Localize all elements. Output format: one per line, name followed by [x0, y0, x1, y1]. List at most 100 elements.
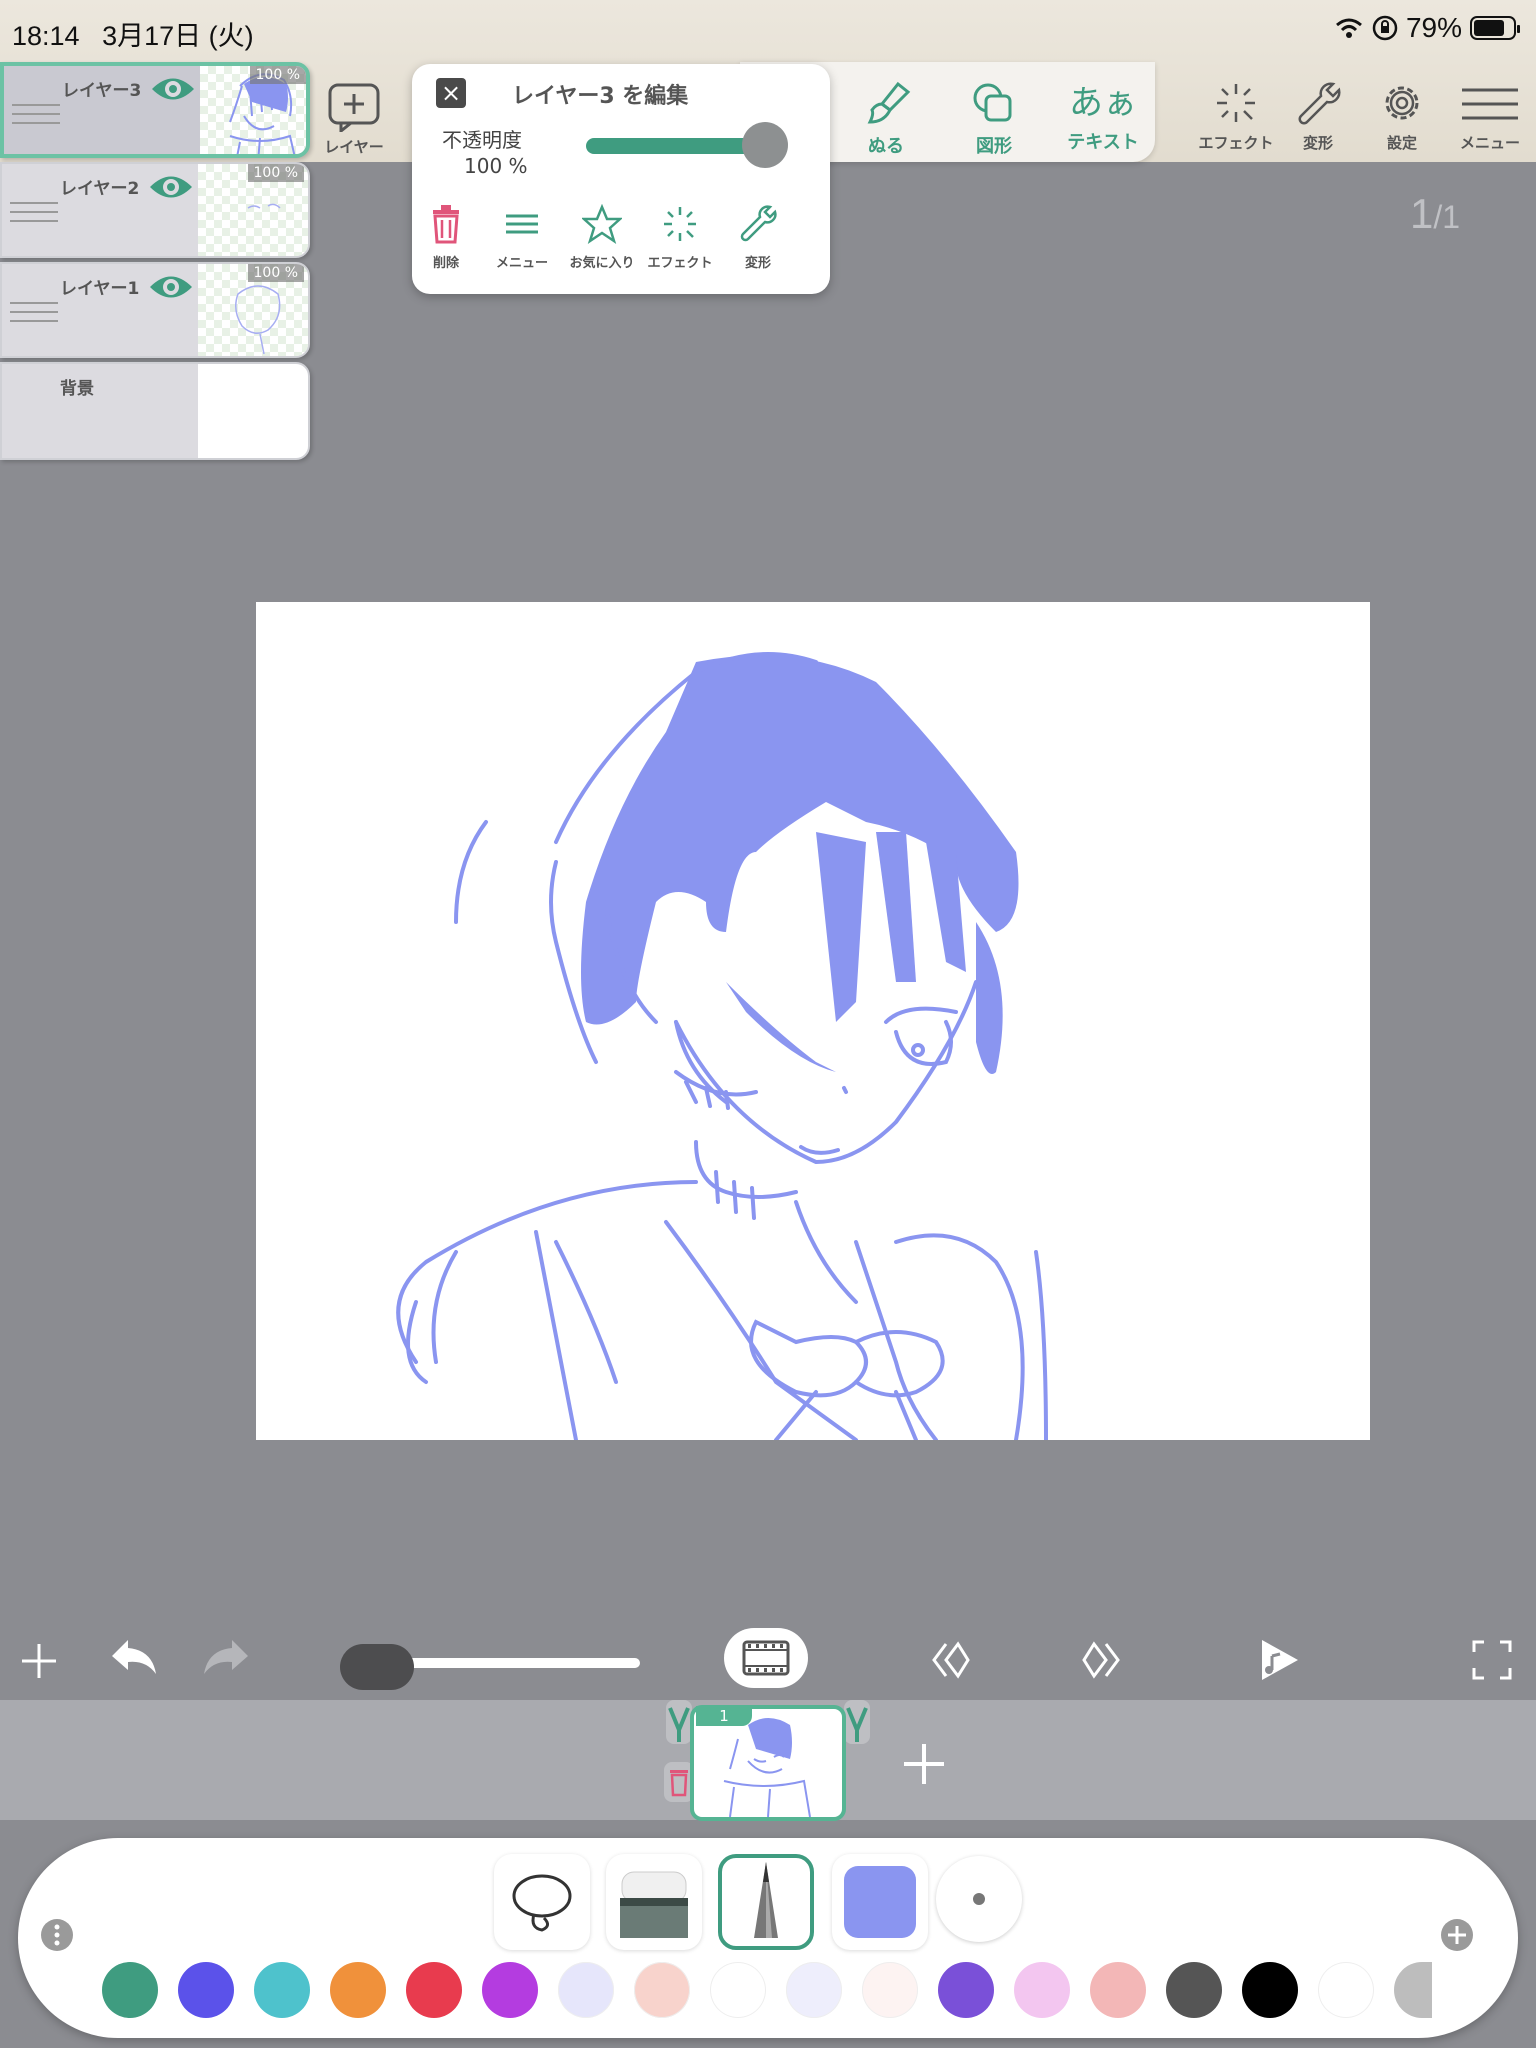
- layer-opacity: 100 %: [247, 164, 304, 182]
- settings-label: 設定: [1386, 134, 1417, 152]
- add-layer-button[interactable]: レイヤー: [322, 82, 386, 157]
- effect-label: エフェクト: [1198, 134, 1274, 152]
- text-label: テキスト: [1067, 132, 1139, 153]
- shape-icon: [973, 83, 1012, 122]
- popup-title: レイヤー3 を編集: [512, 84, 689, 109]
- eraser-tool[interactable]: [606, 1854, 702, 1950]
- add-frame-icon[interactable]: [900, 1740, 948, 1788]
- favorite-button[interactable]: お気に入り: [562, 203, 642, 271]
- effect-tool[interactable]: エフェクト: [1196, 80, 1276, 153]
- pen-tool[interactable]: [718, 1854, 814, 1950]
- fullscreen-icon[interactable]: [1470, 1638, 1514, 1682]
- effect-button[interactable]: エフェクト: [640, 204, 720, 271]
- color-swatch[interactable]: [1318, 1962, 1374, 2018]
- layer-item-3[interactable]: レイヤー3 100 %: [0, 62, 310, 158]
- brush-size-button[interactable]: [936, 1856, 1022, 1942]
- status-indicators: 79%: [1334, 12, 1520, 44]
- slider-knob[interactable]: [340, 1644, 414, 1690]
- current-color-swatch: [844, 1866, 916, 1938]
- color-swatch[interactable]: [1166, 1962, 1222, 2018]
- sparkle-icon: [664, 207, 696, 241]
- page-total: 1: [1442, 199, 1461, 235]
- color-swatch[interactable]: [938, 1962, 994, 2018]
- eye-icon[interactable]: [150, 74, 196, 104]
- color-swatch[interactable]: [862, 1962, 918, 2018]
- wrench-icon: [1298, 82, 1341, 125]
- next-frame-icon[interactable]: [1078, 1638, 1124, 1682]
- more-icon[interactable]: [40, 1918, 74, 1952]
- slider-knob[interactable]: [742, 122, 788, 168]
- layer-item-2[interactable]: レイヤー2 100 %: [0, 162, 310, 258]
- settings-tool[interactable]: 設定: [1362, 80, 1442, 153]
- color-swatch[interactable]: [482, 1962, 538, 2018]
- layer-thumbnail: 100 %: [198, 164, 308, 256]
- current-color-button[interactable]: [832, 1854, 928, 1950]
- color-swatch[interactable]: [710, 1962, 766, 2018]
- redo-icon[interactable]: [200, 1636, 252, 1680]
- timeline-controls: [0, 1620, 1536, 1700]
- transform-tool[interactable]: 変形: [1278, 80, 1358, 153]
- color-swatch[interactable]: [1242, 1962, 1298, 2018]
- opacity-slider[interactable]: [586, 122, 788, 168]
- rotation-lock-icon: [1372, 15, 1398, 41]
- text-icon: あぁ: [1069, 83, 1137, 123]
- color-swatch[interactable]: [178, 1962, 234, 2018]
- frame-slider[interactable]: [340, 1644, 640, 1690]
- layer-item-1[interactable]: レイヤー1 100 %: [0, 262, 310, 358]
- layer-thumbnail: 100 %: [198, 264, 308, 356]
- opacity-value: 100 %: [464, 154, 528, 178]
- prev-frame-icon[interactable]: [928, 1638, 974, 1682]
- fill-tool[interactable]: ぬる: [846, 80, 926, 158]
- wrench-icon: [740, 205, 777, 242]
- menu-button[interactable]: メニュー: [482, 204, 562, 271]
- color-swatch[interactable]: [558, 1962, 614, 2018]
- color-swatch[interactable]: [1394, 1962, 1432, 2018]
- battery-icon: [1470, 16, 1520, 40]
- frame-number: 1: [696, 1706, 752, 1726]
- layer-item-background[interactable]: 背景: [0, 362, 310, 460]
- tool-palette: [18, 1838, 1518, 2038]
- layer-name: 背景: [60, 379, 94, 399]
- color-swatch[interactable]: [786, 1962, 842, 2018]
- color-swatch[interactable]: [1014, 1962, 1070, 2018]
- color-swatch[interactable]: [330, 1962, 386, 2018]
- film-button[interactable]: [724, 1628, 808, 1688]
- delete-button[interactable]: 削除: [406, 204, 486, 271]
- drawing-canvas[interactable]: [256, 602, 1370, 1440]
- play-icon[interactable]: [1256, 1636, 1302, 1684]
- battery-percent: 79%: [1405, 12, 1462, 43]
- color-swatch[interactable]: [634, 1962, 690, 2018]
- layer-opacity: 100 %: [249, 66, 306, 84]
- status-time: 18:14 3月17日 (火): [12, 14, 254, 53]
- layer-label: レイヤー: [324, 138, 384, 156]
- drag-handle[interactable]: [10, 302, 58, 324]
- transform-button[interactable]: 変形: [718, 204, 798, 271]
- lasso-tool[interactable]: [494, 1854, 590, 1950]
- eye-icon[interactable]: [148, 172, 194, 202]
- transform-label: 変形: [1302, 134, 1333, 152]
- shape-tool[interactable]: 図形: [954, 80, 1034, 158]
- add-color-icon[interactable]: [1440, 1918, 1474, 1952]
- color-swatch[interactable]: [254, 1962, 310, 2018]
- page-current: 1: [1410, 190, 1434, 237]
- color-swatch[interactable]: [102, 1962, 158, 2018]
- add-icon[interactable]: [18, 1640, 60, 1682]
- menu-tool[interactable]: メニュー: [1450, 80, 1530, 153]
- drag-handle[interactable]: [10, 202, 58, 224]
- hamburger-icon: [506, 214, 538, 234]
- color-swatch[interactable]: [1090, 1962, 1146, 2018]
- favorite-label: お気に入り: [569, 256, 635, 271]
- undo-icon[interactable]: [108, 1636, 160, 1680]
- brush-size-dot: [973, 1893, 985, 1905]
- drag-handle[interactable]: [12, 104, 60, 126]
- hamburger-icon: [1462, 88, 1518, 120]
- onion-skin-right-icon[interactable]: [842, 1700, 872, 1744]
- color-swatch[interactable]: [406, 1962, 462, 2018]
- menu-label: メニュー: [1459, 134, 1520, 152]
- star-icon: [580, 203, 624, 244]
- close-button[interactable]: ×: [436, 78, 466, 108]
- page-counter: 1/1: [1410, 190, 1461, 237]
- eye-icon[interactable]: [148, 272, 194, 302]
- text-tool[interactable]: あぁ テキスト: [1058, 80, 1148, 154]
- sparkle-icon: [1217, 84, 1255, 122]
